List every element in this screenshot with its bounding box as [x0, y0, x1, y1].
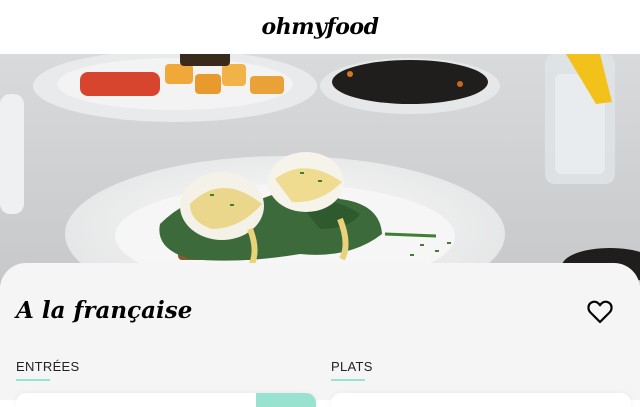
section-underline	[16, 379, 50, 381]
hero-image	[0, 54, 640, 286]
dish-accent-tab	[256, 393, 316, 407]
section-label: ENTRÉES	[16, 359, 80, 374]
heart-outline-icon	[587, 300, 613, 324]
dish-card[interactable]	[331, 393, 631, 407]
section-label: PLATS	[331, 359, 373, 374]
menu-card: A la française ENTRÉES PLATS	[0, 263, 640, 407]
section-underline	[331, 379, 365, 381]
section-plats: PLATS	[331, 359, 373, 381]
header: ohmyfood	[0, 0, 640, 54]
dish-card[interactable]	[16, 393, 316, 407]
section-entrees: ENTRÉES	[16, 359, 80, 381]
menu-title: A la française	[16, 297, 193, 324]
ohmyfood-logo[interactable]: ohmyfood	[262, 14, 379, 40]
favorite-button[interactable]	[586, 299, 614, 325]
food-photo	[0, 54, 640, 286]
